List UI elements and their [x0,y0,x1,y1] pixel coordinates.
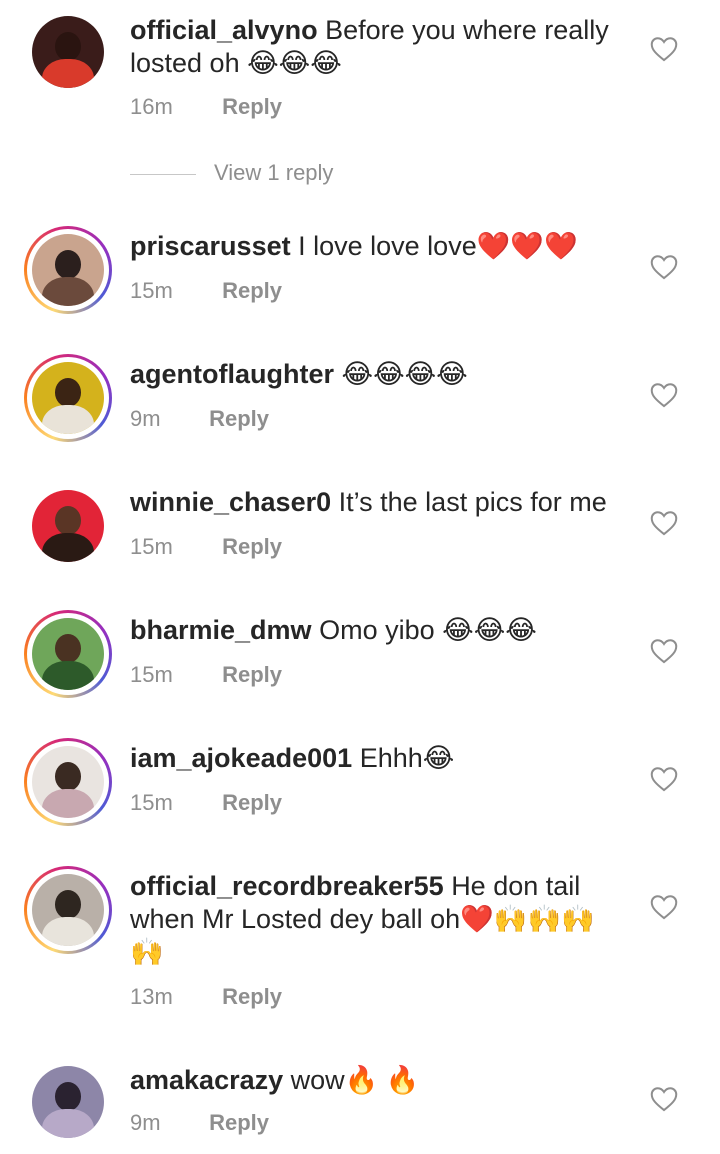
reply-button[interactable]: Reply [222,662,282,687]
like-heart-icon[interactable] [650,382,678,408]
avatar[interactable] [32,490,104,562]
avatar[interactable] [24,226,112,314]
comment-body: Omo yibo [319,615,435,645]
comment-text: iam_ajokeade001 Ehhh😂 [130,742,630,775]
like-heart-icon[interactable] [650,254,678,280]
reply-button[interactable]: Reply [222,790,282,815]
comment-username[interactable]: priscarusset [130,231,291,261]
comment-username[interactable]: iam_ajokeade001 [130,743,352,773]
reply-button[interactable]: Reply [222,94,282,119]
comment-timestamp: 13m [130,984,173,1009]
comment-meta: 15m Reply [130,790,282,816]
comment-text: bharmie_dmw Omo yibo 😂😂😂 [130,614,630,647]
reply-button[interactable]: Reply [222,534,282,559]
comment-text: winnie_chaser0 It’s the last pics for me [130,486,630,519]
reply-button[interactable]: Reply [209,1110,269,1135]
comment-body: wow [290,1065,345,1095]
comment-username[interactable]: bharmie_dmw [130,615,312,645]
reply-button[interactable]: Reply [222,984,282,1009]
comment-emoji: 😂 [422,743,455,773]
comment-emoji: 🔥 🔥 [344,1065,420,1095]
comment-username[interactable]: winnie_chaser0 [130,487,331,517]
comment-meta: 9m Reply [130,406,269,432]
avatar[interactable] [24,738,112,826]
avatar[interactable] [32,16,104,88]
comment-body: It’s the last pics for me [338,487,607,517]
comment-body: I love love love [298,231,477,261]
reply-button[interactable]: Reply [222,278,282,303]
view-replies-label: View 1 reply [214,160,334,185]
like-heart-icon[interactable] [650,894,678,920]
comment-emoji: 😂😂😂 [442,615,537,645]
like-heart-icon[interactable] [650,766,678,792]
comment-timestamp: 9m [130,1110,161,1135]
comment-timestamp: 16m [130,94,173,119]
reply-button[interactable]: Reply [209,406,269,431]
like-heart-icon[interactable] [650,1086,678,1112]
comment-emoji: 😂😂😂 [247,48,342,78]
avatar[interactable] [24,610,112,698]
comment-meta: 15m Reply [130,278,282,304]
avatar[interactable] [32,1066,104,1138]
comment-text: amakacrazy wow🔥 🔥 [130,1064,630,1097]
comment-emoji: ❤️❤️❤️ [476,231,578,261]
like-heart-icon[interactable] [650,638,678,664]
comment-text: priscarusset I love love love❤️❤️❤️ [130,230,630,263]
comment-text: official_recordbreaker55 He don tail whe… [130,870,620,969]
comment-timestamp: 15m [130,662,173,687]
comment-meta: 15m Reply [130,662,282,688]
comment-meta: 13m Reply [130,984,282,1010]
comment-body: Ehhh [359,743,423,773]
comment-timestamp: 15m [130,790,173,815]
comment-text: official_alvyno Before you where really … [130,14,630,80]
comment-timestamp: 15m [130,534,173,559]
comment-username[interactable]: official_alvyno [130,15,318,45]
comment-emoji: 😂😂😂😂 [341,359,468,389]
like-heart-icon[interactable] [650,510,678,536]
comment-username[interactable]: amakacrazy [130,1065,283,1095]
avatar[interactable] [24,354,112,442]
view-replies-divider [130,173,196,175]
comment-timestamp: 9m [130,406,161,431]
comment-text: agentoflaughter 😂😂😂😂 [130,358,630,391]
comment-meta: 9m Reply [130,1110,269,1136]
comment-timestamp: 15m [130,278,173,303]
comment-username[interactable]: official_recordbreaker55 [130,871,444,901]
view-replies-button[interactable]: View 1 reply [130,160,333,190]
comment-username[interactable]: agentoflaughter [130,359,334,389]
comment-meta: 15m Reply [130,534,282,560]
like-heart-icon[interactable] [650,36,678,62]
comment-meta: 16m Reply [130,94,282,120]
avatar[interactable] [24,866,112,954]
